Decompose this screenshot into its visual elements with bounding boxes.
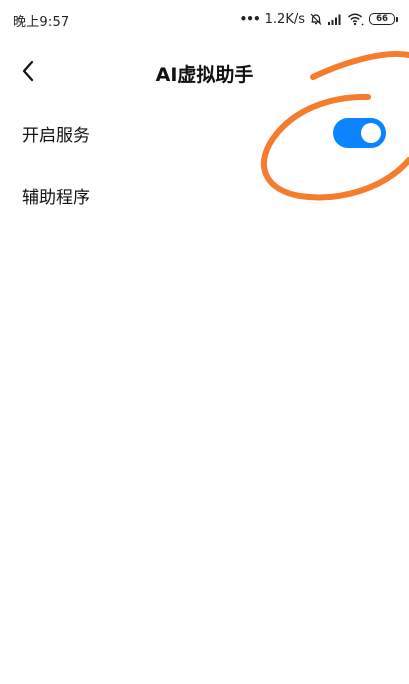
assistant-program-label: 辅助程序 bbox=[22, 188, 90, 208]
enable-service-label: 开启服务 bbox=[22, 126, 90, 146]
signal-icon bbox=[327, 13, 343, 26]
status-icons: ••• 1.2K/s 66 bbox=[239, 10, 398, 28]
page-title: AI虚拟助手 bbox=[155, 64, 254, 86]
wifi-icon bbox=[347, 12, 365, 26]
app-screen: 晚上9:57 ••• 1.2K/s 66 AI虚拟助手 开启服务 辅助程序 bbox=[0, 0, 409, 684]
status-time: 晚上9:57 bbox=[13, 15, 70, 30]
enable-service-toggle[interactable] bbox=[333, 118, 386, 148]
enable-service-row[interactable]: 开启服务 bbox=[0, 101, 409, 163]
status-bar: 晚上9:57 ••• 1.2K/s 66 bbox=[0, 0, 409, 40]
battery-level: 66 bbox=[376, 13, 388, 24]
battery-icon: 66 bbox=[369, 13, 398, 25]
status-dots: ••• bbox=[239, 12, 261, 26]
assistant-program-row[interactable]: 辅助程序 bbox=[0, 163, 409, 225]
network-speed: 1.2K/s bbox=[264, 11, 305, 27]
alarm-off-icon bbox=[309, 12, 323, 26]
title-bar: AI虚拟助手 bbox=[0, 48, 409, 94]
toggle-knob bbox=[361, 123, 381, 143]
